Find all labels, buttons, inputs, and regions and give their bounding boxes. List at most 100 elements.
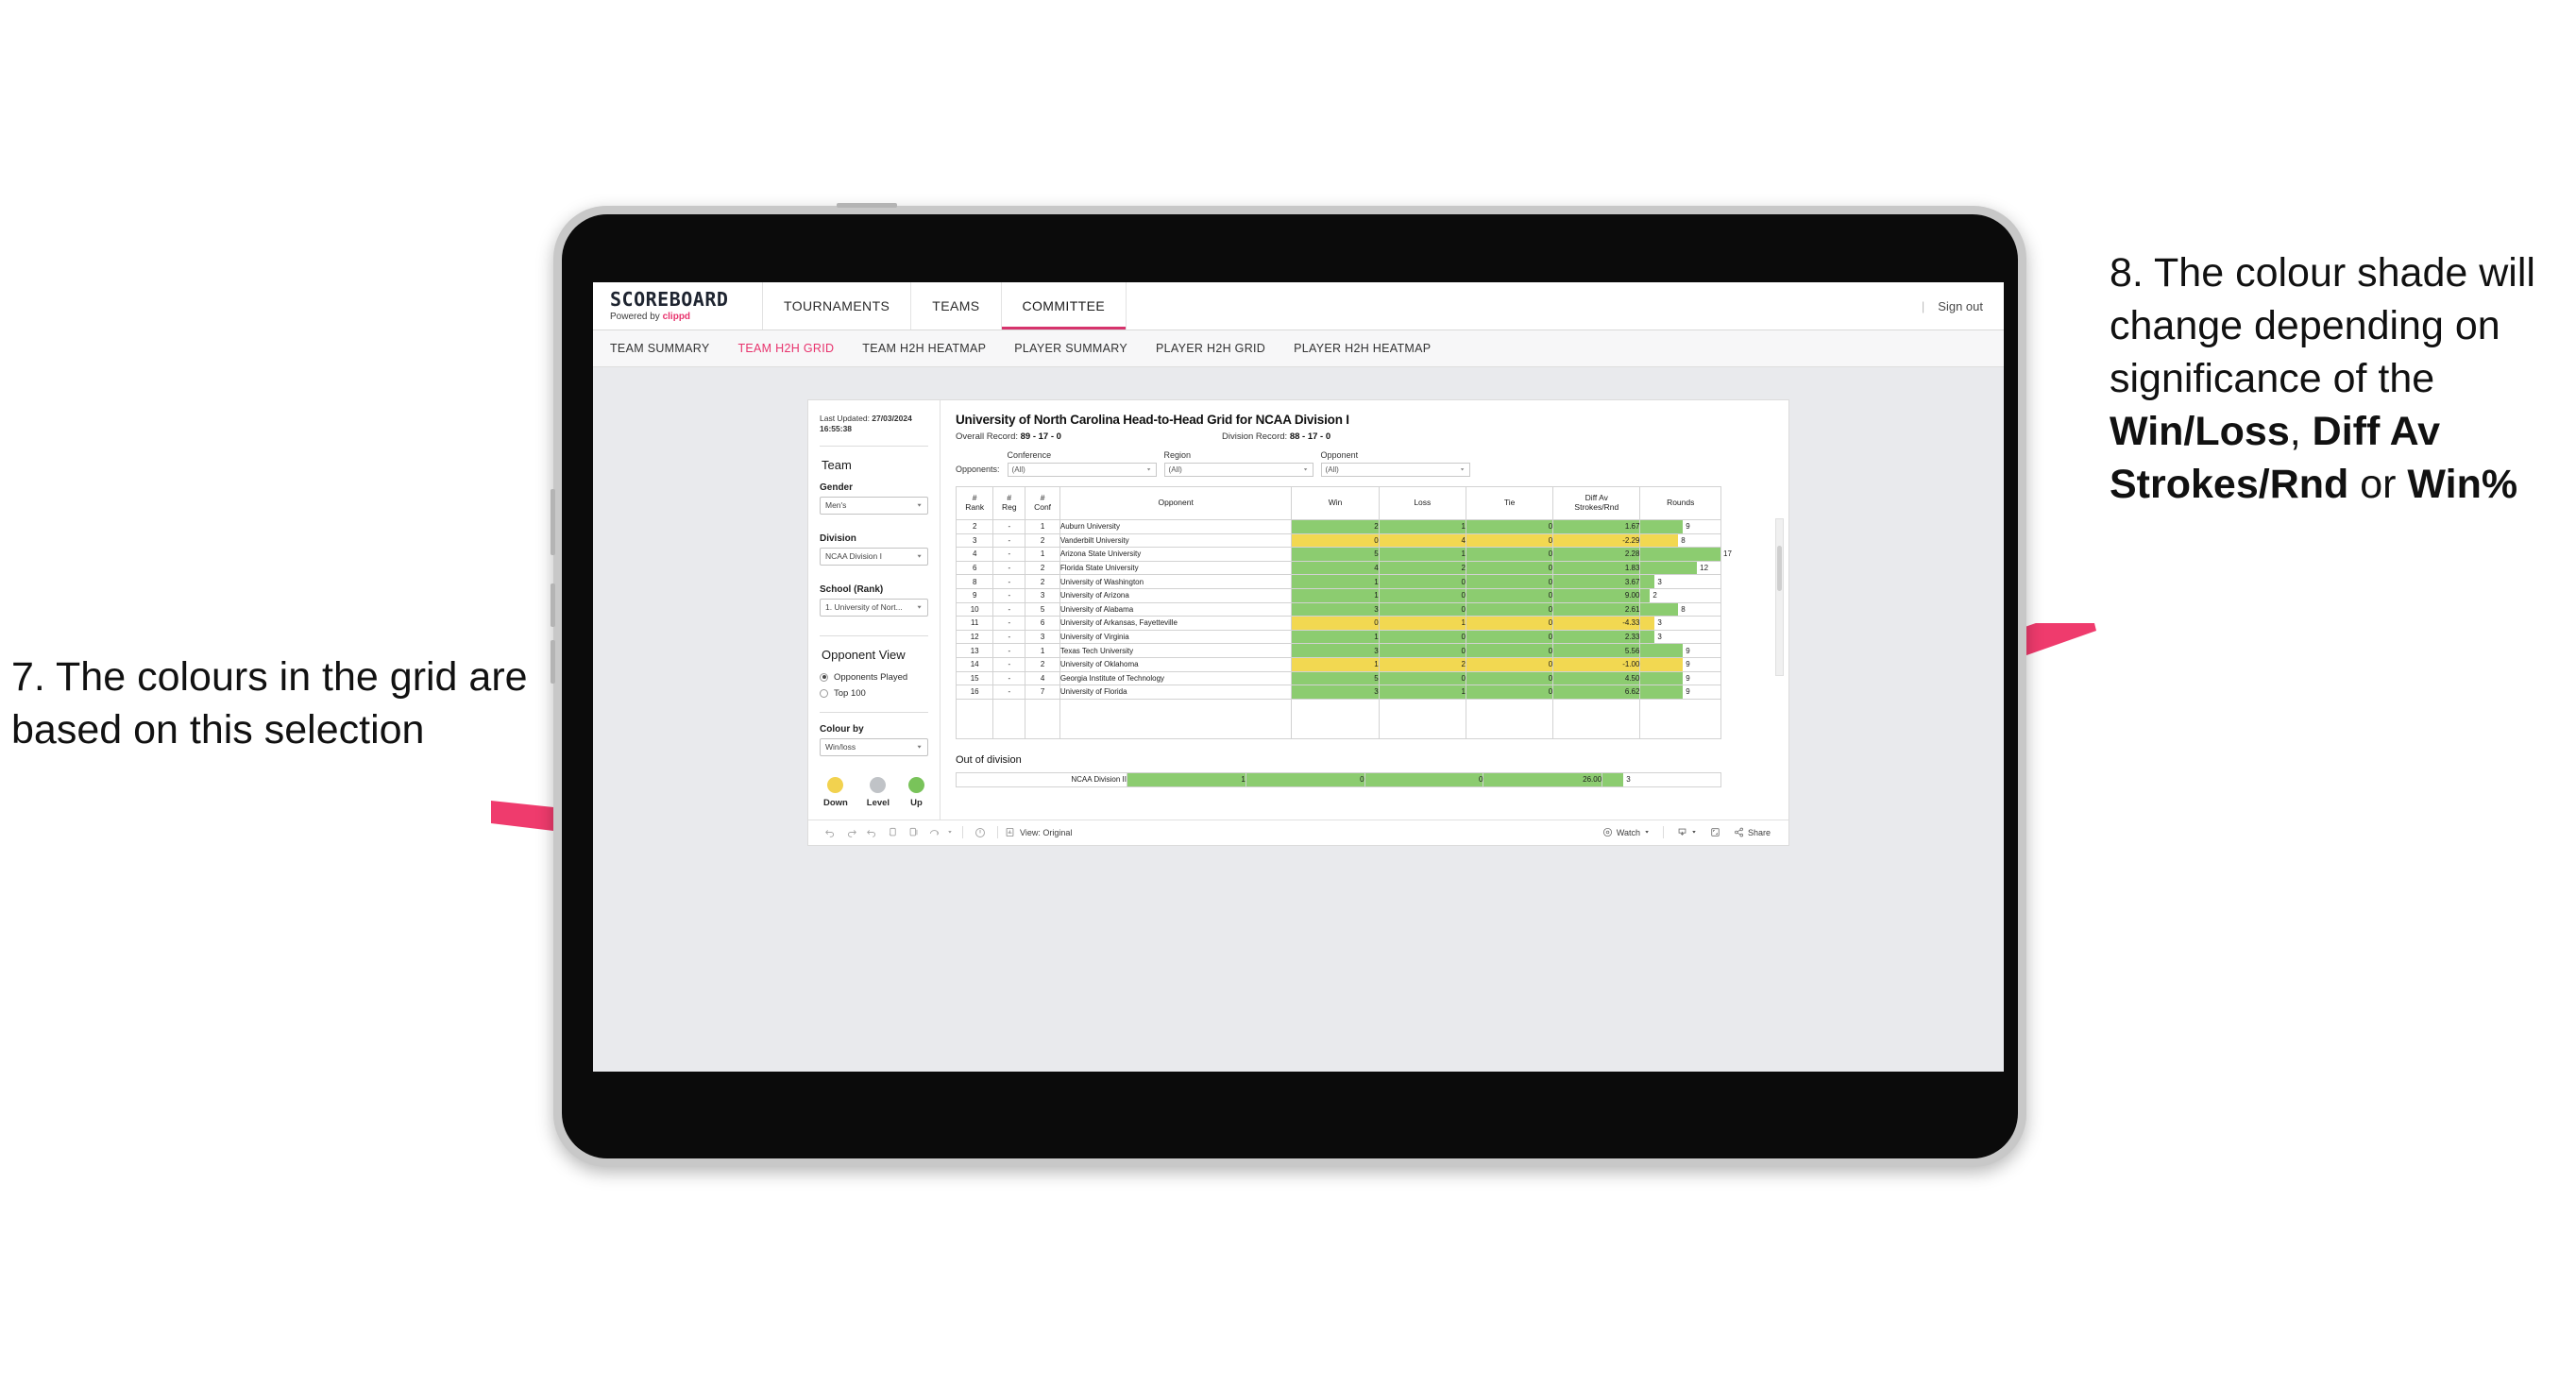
colour-by-label: Colour by xyxy=(820,723,864,735)
conf-cell: 7 xyxy=(1025,685,1060,700)
redo-arrow-icon[interactable] xyxy=(924,827,944,837)
col-header-reg: # Reg xyxy=(992,486,1026,520)
subnav-item-player-summary[interactable]: PLAYER SUMMARY xyxy=(1014,342,1127,355)
legend-item-up: Up xyxy=(908,776,924,808)
opponent-select[interactable]: (All) ▼ xyxy=(1320,463,1470,477)
table-row[interactable]: 16-7 University of Florida 3 1 0 6.62 9 xyxy=(955,685,1721,700)
loss-cell: 0 xyxy=(1378,629,1466,645)
subnav-item-team-h2h-grid[interactable]: TEAM H2H GRID xyxy=(737,342,834,355)
topnav-item-teams[interactable]: TEAMS xyxy=(911,282,1002,330)
pause-auto-update-icon[interactable] xyxy=(970,827,991,838)
pause-updates-icon[interactable] xyxy=(903,827,924,837)
table-row[interactable]: 4-1 Arizona State University 5 1 0 2.28 17 xyxy=(955,547,1732,562)
school-rank-select[interactable]: 1. University of Nort... ▼ xyxy=(820,598,928,617)
rounds-cell: 9 xyxy=(1639,643,1721,658)
conference-select[interactable]: (All) ▼ xyxy=(1007,463,1157,477)
empty-cell xyxy=(955,698,994,739)
region-label: Region xyxy=(1163,450,1192,460)
table-row[interactable]: 3-2 Vanderbilt University 0 4 0 -2.29 8 xyxy=(955,532,1721,549)
tie-cell: 0 xyxy=(1465,574,1554,589)
diff-cell: 2.33 xyxy=(1552,629,1641,645)
opponent-cell: Arizona State University xyxy=(1059,547,1293,562)
sign-out-link[interactable]: Sign out xyxy=(1938,299,1983,313)
legend-label-level: Level xyxy=(866,797,890,808)
power-button[interactable] xyxy=(551,489,555,555)
volume-up-button[interactable] xyxy=(551,583,555,627)
table-header-row: # Rank # Reg # Conf Opponent Win Loss Tie D… xyxy=(955,486,1721,520)
table-row[interactable]: 2-1 Auburn University 2 1 0 1.67 9 xyxy=(955,519,1721,534)
rounds-value: 9 xyxy=(1686,673,1690,683)
table-row[interactable]: 13-1 Texas Tech University 3 0 0 5.56 9 xyxy=(955,643,1721,658)
opponent-cell: University of Arkansas, Fayetteville xyxy=(1059,616,1293,631)
reg-cell: - xyxy=(992,670,1026,686)
loss-cell: 0 xyxy=(1378,574,1466,589)
radio-opponents-played[interactable]: Opponents Played xyxy=(820,672,928,683)
table-row[interactable]: 6-2 Florida State University 4 2 0 1.83 12 xyxy=(955,560,1721,576)
colour-legend: Down Level Up xyxy=(820,776,928,808)
annotation-right-text-pre: 8. The colour shade will change dependin… xyxy=(2110,250,2535,401)
download-button[interactable]: ▼ xyxy=(1670,827,1703,837)
diff-cell: 1.67 xyxy=(1552,519,1641,534)
watch-icon xyxy=(1602,828,1612,837)
radio-icon-selected xyxy=(820,672,828,682)
subnav-item-player-h2h-heatmap[interactable]: PLAYER H2H HEATMAP xyxy=(1294,342,1431,355)
radio-top-100[interactable]: Top 100 xyxy=(820,688,928,699)
rounds-bar xyxy=(1640,630,1655,644)
diff-cell: -4.33 xyxy=(1552,616,1641,631)
brand-title: SCOREBOARD xyxy=(610,288,729,311)
brand-subtitle-prefix: Powered by xyxy=(610,312,663,322)
rank-cell: 13 xyxy=(955,643,994,658)
rank-cell: 14 xyxy=(955,656,994,672)
table-row[interactable]: 15-4 Georgia Institute of Technology 5 0 0 4.… xyxy=(955,670,1721,686)
top-button[interactable] xyxy=(837,203,897,208)
topnav-item-tournaments[interactable]: TOURNAMENTS xyxy=(763,282,912,330)
region-filter-group: Region (All) ▼ xyxy=(1163,450,1313,477)
redo-icon[interactable] xyxy=(840,827,861,838)
empty-cell xyxy=(1639,698,1721,739)
rank-cell: 10 xyxy=(955,601,994,617)
filter-divider-2 xyxy=(820,634,928,636)
rounds-bar xyxy=(1640,657,1684,671)
filter-divider-3 xyxy=(820,711,928,713)
fullscreen-button[interactable] xyxy=(1703,827,1727,837)
app-viewport: SCOREBOARD Powered by clippd TOURNAMENTS… xyxy=(593,282,2004,1072)
volume-down-button[interactable] xyxy=(551,640,555,684)
share-button[interactable]: Share xyxy=(1727,827,1777,837)
conf-cell: 2 xyxy=(1025,532,1060,549)
rounds-cell: 3 xyxy=(1639,629,1721,645)
table-row[interactable]: 9-3 University of Arizona 1 0 0 9.00 2 xyxy=(955,587,1721,603)
rounds-value: 2 xyxy=(1652,591,1657,600)
undo-icon[interactable] xyxy=(820,827,840,838)
subnav-item-player-h2h-grid[interactable]: PLAYER H2H GRID xyxy=(1156,342,1265,355)
table-row[interactable]: 14-2 University of Oklahoma 1 2 0 -1.00 9 xyxy=(955,656,1721,672)
table-row[interactable]: 12-3 University of Virginia 1 0 0 2.33 3 xyxy=(955,629,1721,645)
subnav-item-team-summary[interactable]: TEAM SUMMARY xyxy=(610,342,709,355)
revert-icon[interactable] xyxy=(861,827,882,838)
colour-by-select[interactable]: Win/loss ▼ xyxy=(820,737,928,756)
watch-button[interactable]: Watch ▼ xyxy=(1596,827,1656,837)
table-row[interactable]: 11-6 University of Arkansas, Fayetteville… xyxy=(955,616,1721,631)
region-select[interactable]: (All) ▼ xyxy=(1163,463,1313,477)
reg-cell: - xyxy=(992,601,1026,617)
gender-select[interactable]: Men's ▼ xyxy=(820,496,928,515)
view-original-button[interactable]: View: Original xyxy=(1005,827,1072,837)
sub-navigation-bar: TEAM SUMMARY TEAM H2H GRID TEAM H2H HEAT… xyxy=(593,330,2004,367)
chevron-down-icon: ▼ xyxy=(1459,467,1466,472)
col-header-loss: Loss xyxy=(1378,486,1466,520)
grid-scrollbar-thumb[interactable] xyxy=(1777,546,1782,591)
grid-scrollbar[interactable] xyxy=(1775,518,1784,676)
refresh-data-icon[interactable] xyxy=(882,827,903,837)
school-rank-select-value: 1. University of Nort... xyxy=(825,602,903,613)
table-row[interactable]: 10-5 University of Alabama 3 0 0 2.61 8 xyxy=(955,601,1721,617)
division-select[interactable]: NCAA Division I ▼ xyxy=(820,547,928,566)
table-row[interactable]: NCAA Division II 1 0 0 26.00 3 xyxy=(956,771,1721,787)
subnav-item-team-h2h-heatmap[interactable]: TEAM H2H HEATMAP xyxy=(862,342,986,355)
brand-logo[interactable]: SCOREBOARD Powered by clippd xyxy=(593,282,763,330)
toolbar-divider-1 xyxy=(962,826,963,839)
toolbar-dropdown-caret-icon[interactable]: ▼ xyxy=(944,831,956,835)
records-row: Overall Record: 89 - 17 - 0 Division Rec… xyxy=(956,431,1773,442)
conf-cell: 3 xyxy=(1025,587,1060,603)
topnav-item-committee[interactable]: COMMITTEE xyxy=(1001,282,1127,330)
table-row[interactable]: 8-2 University of Washington 1 0 0 3.67 3 xyxy=(955,574,1721,589)
share-icon xyxy=(1734,828,1744,837)
